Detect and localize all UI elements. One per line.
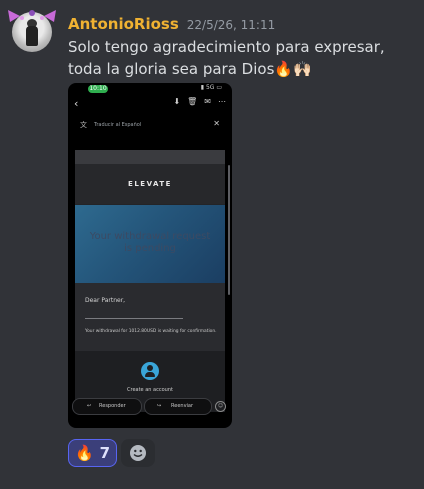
email-greeting: Dear Partner, (85, 297, 126, 304)
forward-label: Reenviar (171, 403, 194, 409)
reply-label: Responder (99, 403, 126, 409)
email-scrollbar (228, 165, 230, 295)
avatar-figure-body (26, 26, 38, 46)
forward-icon: ↪ (157, 403, 162, 409)
more-icon: ⋯ (218, 97, 226, 106)
mail-icon: ✉ (204, 97, 211, 106)
smiley-add-icon (130, 445, 146, 461)
forward-button: ↪ Reenviar (144, 398, 212, 415)
reaction-emoji: 🔥 (74, 444, 94, 462)
email-text-area: Dear Partner, Your withdrawal for 1012.8… (75, 283, 225, 351)
mail-action-bar: ↩ Responder ↪ Reenviar ☺ (72, 398, 228, 415)
status-time: 10:10 (88, 85, 108, 93)
emoji-icon: ☺ (215, 401, 226, 412)
image-attachment[interactable]: 10:10 ▮ 5G ▭ ‹ ⬇ 🗑 ✉ ⋯ 文 Traducir al Esp… (68, 83, 232, 428)
back-arrow-icon: ‹ (74, 97, 79, 110)
reaction-count: 7 (99, 444, 111, 462)
withdraw-text: Your withdrawal for 1012.80USD is waitin… (85, 329, 217, 334)
trash-icon: 🗑 (187, 97, 198, 106)
archive-icon: ⬇ (173, 97, 181, 106)
email-banner: Your withdrawal request is pending (75, 205, 225, 283)
message-timestamp[interactable]: 22/5/26, 11:11 (187, 18, 275, 32)
message-emojis: 🔥🙌🏻 (274, 60, 312, 78)
message: AntonioRioss 22/5/26, 11:11 Solo tengo a… (0, 0, 424, 489)
email-body: ELEVATE Your withdrawal request is pendi… (75, 150, 225, 412)
user-avatar[interactable] (12, 12, 52, 52)
username[interactable]: AntonioRioss (68, 15, 179, 33)
elevate-logo: ELEVATE (128, 180, 172, 188)
email-divider (85, 318, 183, 319)
banner-text: Your withdrawal request is pending (89, 231, 211, 254)
reaction-fire[interactable]: 🔥 7 (68, 439, 117, 467)
create-account-label: Create an account (127, 387, 173, 393)
account-icon (141, 362, 159, 380)
close-icon: ✕ (213, 119, 220, 128)
email-top-strip (75, 150, 225, 164)
mail-toolbar-icons: ⬇ 🗑 ✉ ⋯ (173, 97, 226, 106)
translate-bar: 文 Traducir al Español ✕ (76, 119, 226, 131)
email-header: ELEVATE (75, 164, 225, 204)
message-content: Solo tengo agradecimiento para expresar,… (68, 36, 413, 80)
phone-status-bar: 10:10 ▮ 5G ▭ (68, 83, 232, 95)
reply-button: ↩ Responder (72, 398, 142, 415)
add-reaction-button[interactable] (121, 439, 155, 467)
reply-icon: ↩ (87, 403, 92, 409)
message-header: AntonioRioss 22/5/26, 11:11 (68, 15, 275, 33)
mail-toolbar: ‹ ⬇ 🗑 ✉ ⋯ (68, 96, 232, 112)
status-network: ▮ 5G ▭ (200, 84, 222, 91)
translate-label: Traducir al Español (94, 122, 142, 128)
reactions-bar: 🔥 7 (68, 439, 155, 467)
translate-icon: 文 (80, 121, 87, 129)
message-text: Solo tengo agradecimiento para expresar,… (68, 38, 385, 78)
